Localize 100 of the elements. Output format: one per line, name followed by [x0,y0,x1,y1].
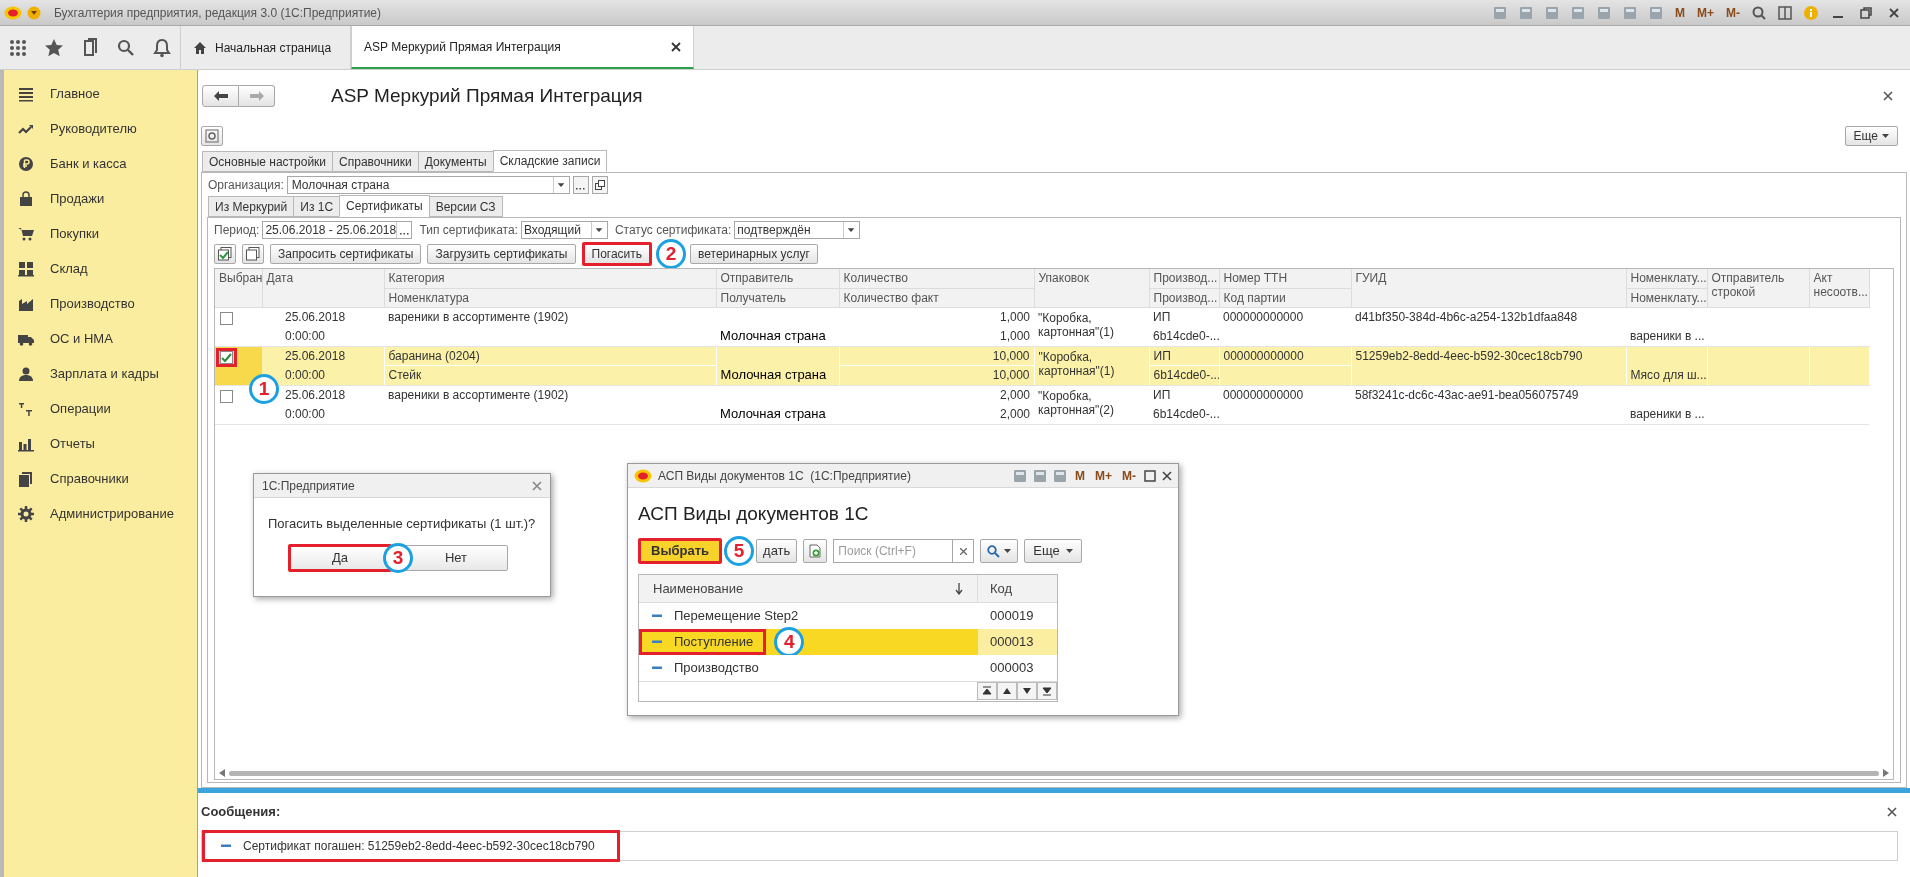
toolbar-icon [1648,4,1664,21]
section-icon [18,400,34,417]
search-button[interactable] [980,539,1019,563]
memory-button[interactable]: M- [1120,466,1138,485]
dialog-button[interactable]: Да [288,544,392,572]
form-title: ASP Меркурий Прямая Интеграция [331,83,643,108]
messages-title: Сообщения: [201,803,281,822]
copy-button[interactable] [803,539,828,563]
column-header[interactable]: Номенклату... [1626,269,1707,288]
tab[interactable]: Из 1С [293,196,341,217]
tab[interactable]: Из Меркурий [208,196,295,217]
sidebar-item[interactable]: Производство [4,286,197,321]
toolbar-icon [1033,468,1047,483]
back-button[interactable] [202,85,239,107]
dialog-title: 1С:Предприятие [262,477,355,495]
sidebar-item[interactable]: Покупки [4,216,197,251]
more-button[interactable]: Еще [1844,126,1898,146]
sidebar-item[interactable]: Руководителю [4,111,197,146]
memory-button[interactable]: M [1073,466,1087,485]
search-icon [987,544,1001,558]
column-header[interactable]: Наименование [639,575,978,602]
checkbox[interactable] [220,311,233,325]
scroll-button[interactable] [1017,682,1037,700]
sidebar-item[interactable]: Операции [4,391,197,426]
close-icon [1887,5,1901,20]
dialog-button[interactable]: Нет [404,545,508,571]
sidebar-item[interactable]: ОС и НМА [4,321,197,356]
dialog-heading: АСП Виды документов 1С [637,502,870,526]
sidebar-item[interactable]: Отчеты [4,426,197,461]
organization-field[interactable]: Молочная страна [286,176,570,194]
toolbar-button[interactable]: Запросить сертификаты [270,244,422,264]
memory-button[interactable]: M [1671,3,1689,22]
column-header[interactable]: Категория [384,269,716,288]
memory-button[interactable]: M- [1722,3,1744,22]
column-header[interactable]: Отправитель [716,269,839,288]
column-header[interactable]: Количество [839,269,1034,288]
search-field[interactable]: Поиск (Ctrl+F) [833,539,954,563]
checkbox[interactable] [220,389,233,403]
list-item[interactable]: Перемещение Step2 [639,603,812,629]
open-tab[interactable]: Начальная страница [180,26,351,69]
toolbar-button[interactable]: ветеринарных услуг [690,244,818,264]
sidebar-item[interactable]: Зарплата и кадры [4,356,197,391]
tab[interactable]: Версии СЗ [428,196,503,217]
uncheck-all-button[interactable] [242,244,264,264]
message-row[interactable]: Сертификат погашен: 51259eb2-8edd-4eec-b592-30cec18cb790 [202,830,620,862]
scroll-button[interactable] [997,682,1017,700]
column-header[interactable]: Акт несоотв... [1809,269,1869,307]
clear-button[interactable] [953,539,975,563]
app-logo-icon [4,5,22,20]
list-row[interactable]: Поступление 4 000013 [639,629,1057,655]
check-all-button[interactable] [214,244,236,264]
select-button[interactable]: Выбрать [638,538,723,564]
open-tab[interactable]: ASP Меркурий Прямая Интеграция [351,26,694,69]
sidebar-item[interactable]: Справочники [4,461,197,496]
column-header[interactable]: Отправитель строкой [1707,269,1809,307]
column-header[interactable]: Номер ТТН [1219,269,1351,288]
select-field[interactable]: Входящий [520,221,608,239]
tab[interactable]: Документы [417,151,494,172]
toolbar-button[interactable]: Загрузить сертификаты [427,244,576,264]
table-cell-text: 2,000 [999,406,1030,423]
dialog-message: Погасить выделенные сертификаты (1 шт.)? [267,515,537,533]
section-icon [18,260,34,277]
restore-icon [1859,5,1873,20]
toolbar-button[interactable]: Погасить [581,242,653,266]
open-button[interactable] [591,176,608,194]
memory-button[interactable]: M+ [1093,466,1114,485]
sort-arrow-icon [955,582,963,595]
table-cell-text: вареники в ассортименте (1902) [388,309,569,326]
column-header[interactable]: Производ... [1149,269,1219,288]
sidebar-item[interactable]: Администрирование [4,496,197,531]
dash-icon [652,640,662,644]
tab[interactable]: Складские записи [492,150,608,172]
list-item[interactable]: Производство [639,655,772,681]
create-button[interactable]: дать [756,539,798,563]
more-button[interactable]: Еще [1024,539,1082,563]
scroll-button[interactable] [977,682,997,700]
tab[interactable]: Сертификаты [339,195,430,217]
dialog-title: АСП Виды документов 1С (1С:Предприятие) [658,467,911,485]
memory-button[interactable]: M+ [1693,3,1718,22]
settings-button[interactable] [201,126,223,146]
table-cell-text: Молочная страна [720,327,826,346]
table-cell-text: вареники в ... [1630,406,1705,423]
column-header[interactable]: Код [978,575,1057,602]
add-document-icon [808,544,823,558]
sidebar-item[interactable]: Банк и касса [4,146,197,181]
close-icon [532,480,542,491]
column-header[interactable]: Упаковок [1034,269,1149,307]
column-header[interactable]: ГУИД [1351,269,1626,307]
sidebar-item[interactable]: Склад [4,251,197,286]
sidebar-item[interactable]: Продажи [4,181,197,216]
scroll-button[interactable] [1037,682,1057,700]
table-row[interactable]: 25.06.2018 0:00:00 вареники в ассортименте (1902) Молочная страна 1,000 1,000 "Коробка, картонная"(1) ИП 6b14cde0-... 000000000000 d41bf350-384d-4b6c-a254-132b1dfaa848 вареники в ... [215,307,1869,346]
column-header[interactable]: Дата [262,269,384,307]
sidebar-item[interactable]: Главное [4,76,197,111]
tab[interactable]: Основные настройки [202,151,334,172]
tab[interactable]: Справочники [332,151,419,172]
list-item[interactable]: Поступление [639,629,767,655]
column-header[interactable]: Выбран [215,269,262,307]
select-field[interactable]: подтверждён [734,221,861,239]
period-field[interactable]: 25.06.2018 - 25.06.2018 [262,221,413,239]
